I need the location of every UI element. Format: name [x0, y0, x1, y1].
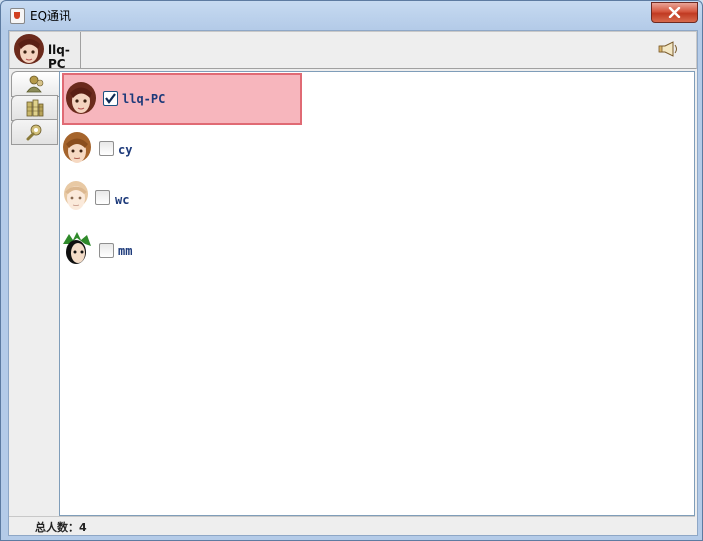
contact-row[interactable]: cy: [60, 127, 360, 175]
contact-name: llq-PC: [122, 92, 166, 106]
java-app-icon: [10, 8, 25, 24]
status-bar: 总人数：4: [9, 516, 695, 535]
contact-checkbox[interactable]: [99, 243, 114, 258]
current-user-name: llq-PC: [48, 43, 70, 71]
groups-icon: [26, 99, 44, 117]
avatar-brown-hair: [66, 82, 96, 114]
speaker-icon[interactable]: [657, 40, 681, 58]
settings-icon: [26, 124, 42, 141]
contact-checkbox[interactable]: [99, 141, 114, 156]
contact-checkbox[interactable]: [103, 91, 118, 106]
avatar-blonde-hair: [64, 181, 88, 210]
current-user-tab[interactable]: llq-PC: [10, 32, 81, 71]
close-icon: [668, 7, 681, 18]
close-button[interactable]: [651, 2, 698, 23]
user-avatar: [14, 34, 44, 64]
tab-groups[interactable]: [11, 95, 58, 121]
contact-list[interactable]: llq-PC cy wc mm: [59, 71, 695, 516]
app-window: EQ通讯 llq-PC llq-PC cy wc mm 总人数：4: [0, 0, 703, 541]
title-bar[interactable]: EQ通讯: [1, 1, 702, 29]
contact-checkbox[interactable]: [95, 190, 110, 205]
contact-name: cy: [118, 143, 133, 157]
client-area: llq-PC llq-PC cy wc mm 总人数：4: [8, 30, 698, 536]
tab-settings[interactable]: [11, 119, 58, 145]
window-title: EQ通讯: [30, 9, 72, 23]
contact-row[interactable]: wc: [60, 177, 360, 225]
contact-row[interactable]: mm: [60, 228, 360, 276]
side-tab-strip: [11, 71, 59, 511]
header-panel: llq-PC: [9, 31, 697, 71]
avatar-light-brown-hair: [63, 132, 91, 163]
contact-row[interactable]: llq-PC: [62, 73, 302, 125]
total-count-label: 总人数：4: [35, 521, 87, 534]
contact-name: mm: [118, 244, 133, 258]
contacts-icon: [26, 75, 44, 93]
contact-name: wc: [115, 193, 130, 207]
checkmark-icon: [105, 93, 116, 104]
avatar-green-hair: [63, 232, 91, 264]
tab-contacts[interactable]: [11, 71, 59, 97]
